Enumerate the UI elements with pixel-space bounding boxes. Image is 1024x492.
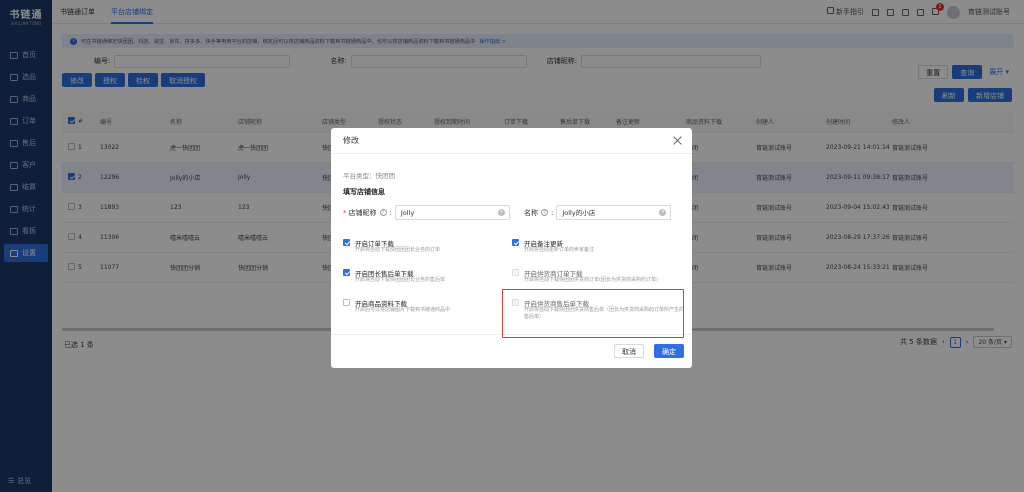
option-desc: 开启将自动下载快团团团长业务的售后单: [355, 277, 446, 283]
dialog-title: 修改: [343, 136, 359, 145]
checkbox-unchecked[interactable]: [512, 269, 519, 276]
shop-nick-field: * 店铺昵称 ? : Jolly ×: [343, 205, 510, 220]
cancel-button[interactable]: 取消: [614, 344, 644, 358]
clear-icon[interactable]: ×: [497, 209, 505, 216]
section-title: 填写店铺信息: [343, 188, 385, 196]
confirm-button[interactable]: 确定: [654, 344, 684, 358]
dialog-header: 修改: [331, 128, 692, 154]
highlight-box: [502, 289, 684, 338]
question-icon[interactable]: ?: [541, 209, 548, 216]
checkbox-unchecked[interactable]: [343, 299, 350, 306]
shop-nick-label: 店铺昵称: [348, 208, 377, 217]
name-field: 名称 ? : Jolly的小店 ×: [524, 205, 672, 220]
required-mark: *: [343, 208, 347, 217]
option-desc: 开启将自动更新订单的卖家备注: [524, 247, 595, 253]
name-value: Jolly的小店: [562, 209, 596, 217]
option-desc: 开启后可以将店铺图片下载到书链通商品中: [355, 307, 451, 313]
shop-nick-input[interactable]: Jolly ×: [394, 205, 510, 220]
clear-icon[interactable]: ×: [659, 209, 667, 216]
option-desc: 开启将自动下载快团团团长业务的订单: [355, 247, 441, 253]
checkbox-checked[interactable]: [343, 239, 350, 246]
platform-type: 平台类型：快团团: [343, 172, 395, 180]
colon: :: [551, 208, 554, 217]
shop-nick-value: Jolly: [400, 209, 415, 217]
dialog-footer: 取消 确定: [331, 334, 692, 368]
name-input[interactable]: Jolly的小店 ×: [556, 205, 672, 220]
close-icon[interactable]: [673, 136, 682, 145]
checkbox-checked[interactable]: [512, 239, 519, 246]
colon: :: [389, 208, 392, 217]
option-desc: 开启将自动下载快团团供货商订单(团长为供货商采购的订单): [524, 277, 658, 283]
name-label: 名称: [524, 208, 538, 217]
checkbox-checked[interactable]: [343, 269, 350, 276]
question-icon[interactable]: ?: [379, 209, 387, 216]
